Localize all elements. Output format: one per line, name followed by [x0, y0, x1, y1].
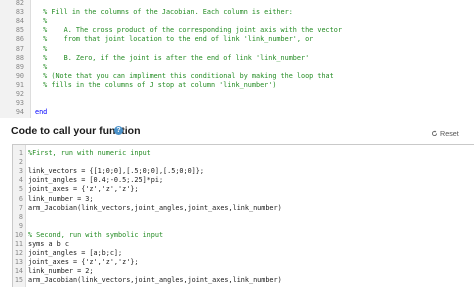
code-line[interactable]: 86 % from that joint location to the end…	[0, 35, 474, 44]
code-text: %First, run with numeric input	[28, 149, 151, 157]
line-number: 6	[18, 194, 23, 203]
code-text: %	[35, 44, 48, 53]
line-number: 7	[18, 203, 23, 212]
line-number: 5	[18, 185, 23, 194]
line-number: 90	[15, 71, 24, 80]
line-number: 87	[15, 44, 24, 53]
line-number: 82	[15, 0, 24, 7]
line-number: 91	[15, 80, 24, 89]
line-number: 84	[15, 17, 24, 26]
reset-label: Reset	[440, 129, 459, 138]
code-text: link_number = 2;	[28, 267, 94, 276]
code-line[interactable]: 92	[0, 90, 474, 99]
line-number: 93	[15, 99, 24, 108]
code-line[interactable]: 83 % Fill in the columns of the Jacobian…	[0, 8, 474, 17]
code-line[interactable]: 12 joint_angles = [a;b;c];	[13, 249, 474, 258]
code-text: joint_axes = {'z','z','z'};	[28, 185, 139, 194]
code-line[interactable]: 1 %First, run with numeric input	[13, 149, 474, 158]
code-text: % fills in the columns of J stop at colu…	[35, 80, 277, 89]
code-text: arm_Jacobian(link_vectors,joint_angles,j…	[28, 276, 282, 285]
line-number: 92	[15, 90, 24, 98]
code-text: link_number = 3;	[28, 194, 94, 203]
line-number: 3	[18, 167, 23, 176]
code-line[interactable]: 10 % Second, run with symbolic input	[13, 231, 474, 240]
code-text: end	[35, 108, 48, 117]
code-line[interactable]: 6 link_number = 3;	[13, 195, 474, 204]
code-line[interactable]: 87 %	[0, 45, 474, 54]
code-text: %	[35, 17, 48, 26]
code-line[interactable]: 2	[13, 158, 474, 167]
code-text: % A. The cross product of the correspond…	[35, 26, 342, 35]
line-number: 89	[15, 62, 24, 71]
line-number: 11	[14, 240, 23, 248]
reset-button[interactable]: Reset	[431, 128, 459, 140]
line-number: 9	[18, 221, 23, 230]
code-line[interactable]: 9	[13, 222, 474, 231]
solution-code-editor[interactable]: 82 83 % Fill in the columns of the Jacobi…	[0, 0, 474, 118]
code-text: % Second, run with symbolic input	[28, 230, 164, 239]
code-line[interactable]: 13 joint_axes = {'z','z','z'};	[13, 258, 474, 267]
code-line[interactable]: 5 joint_axes = {'z','z','z'};	[13, 185, 474, 194]
code-text: joint_axes = {'z','z','z'};	[28, 258, 139, 267]
code-line[interactable]: 14 link_number = 2;	[13, 267, 474, 276]
code-line[interactable]: 89 %	[0, 63, 474, 72]
line-number: 8	[18, 212, 23, 221]
line-number: 83	[15, 8, 24, 17]
code-text: joint_angles = [a;b;c];	[28, 249, 123, 258]
line-number: 94	[15, 108, 24, 117]
code-line[interactable]: 90 % (Note that you can impliment this c…	[0, 72, 474, 81]
code-line[interactable]: 88 % B. Zero, if the joint is after the …	[0, 54, 474, 63]
code-line[interactable]: 11 syms a b c	[13, 240, 474, 249]
line-number: 85	[15, 26, 24, 35]
code-text: joint_angles = [0.4;-0.5;.25]*pi;	[28, 176, 164, 185]
code-text: % from that joint location to the end of…	[35, 35, 314, 44]
code-line[interactable]: 15 arm_Jacobian(link_vectors,joint_angles…	[13, 276, 474, 285]
code-line[interactable]: 84 %	[0, 17, 474, 26]
line-number: 4	[18, 176, 23, 185]
code-line[interactable]: 85 % A. The cross product of the corresp…	[0, 26, 474, 35]
code-line[interactable]: 94 end	[0, 108, 474, 117]
line-number: 88	[15, 53, 24, 62]
line-number: 2	[18, 158, 23, 167]
help-icon[interactable]: ?	[114, 126, 123, 135]
code-text: syms a b c	[28, 240, 69, 248]
code-text: link_vectors = {[1;0;0],[.5;0;0],[.5;0;0…	[28, 167, 204, 176]
line-number: 10	[14, 230, 23, 239]
code-text: arm_Jacobian(link_vectors,joint_angles,j…	[28, 203, 282, 212]
line-number: 1	[18, 149, 23, 157]
code-line[interactable]: 3 link_vectors = {[1;0;0],[.5;0;0],[.5;0;…	[13, 167, 474, 176]
line-number: 12	[14, 249, 23, 258]
line-number: 86	[15, 35, 24, 44]
code-line[interactable]: 91 % fills in the columns of J stop at c…	[0, 81, 474, 90]
code-text: % (Note that you can impliment this cond…	[35, 71, 334, 80]
code-line[interactable]: 4 joint_angles = [0.4;-0.5;.25]*pi;	[13, 176, 474, 185]
code-text: % B. Zero, if the joint is after the end…	[35, 53, 310, 62]
line-number: 13	[14, 258, 23, 267]
code-line[interactable]: 93	[0, 99, 474, 108]
code-line[interactable]: 82	[0, 0, 474, 8]
test-code-editor[interactable]: 1 %First, run with numeric input 2 3 link_ve…	[12, 144, 474, 287]
code-line[interactable]: 8	[13, 213, 474, 222]
reset-icon	[431, 130, 438, 137]
code-text: %	[35, 62, 48, 71]
line-number: 14	[14, 267, 23, 276]
code-text: % Fill in the columns of the Jacobian. E…	[35, 8, 293, 17]
line-number: 15	[14, 276, 23, 285]
code-line[interactable]: 7 arm_Jacobian(link_vectors,joint_angles,…	[13, 204, 474, 213]
